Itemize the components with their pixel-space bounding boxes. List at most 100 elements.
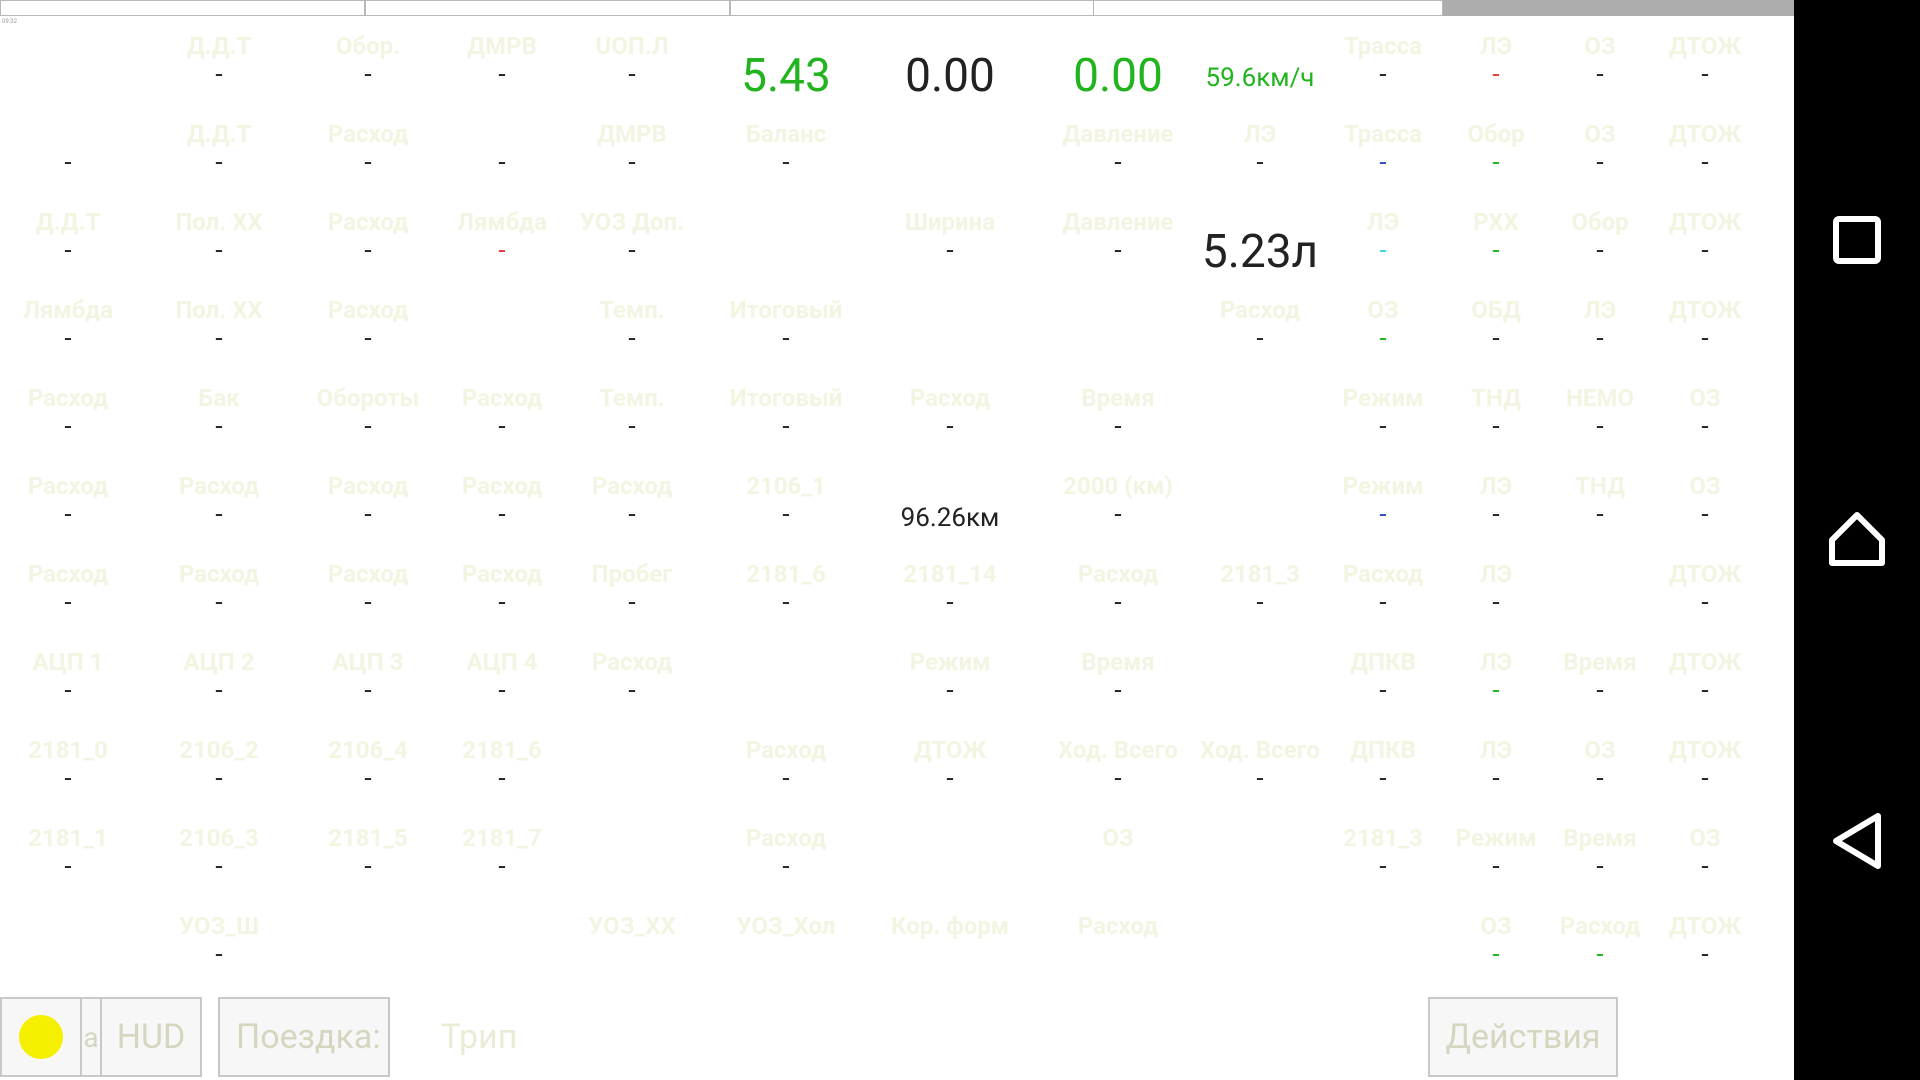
- gauge-cell[interactable]: Режим -: [880, 638, 1020, 726]
- gauge-cell[interactable]: ДТОЖ -: [1635, 902, 1775, 990]
- gauge-cell[interactable]: 2181_7-: [432, 814, 572, 902]
- gauge-cell[interactable]: Давление -: [1048, 198, 1188, 286]
- gauge-cell[interactable]: Ход. Всего -: [1048, 726, 1188, 814]
- gauge-cell[interactable]: ОЗ -: [1635, 374, 1775, 462]
- gauge-cell[interactable]: ДТОЖ -: [880, 726, 1020, 814]
- gauge-cell[interactable]: [562, 814, 702, 902]
- gauge-cell[interactable]: Расход -: [716, 814, 856, 902]
- gauge-cell[interactable]: [880, 110, 1020, 198]
- home-icon[interactable]: [1824, 505, 1890, 571]
- gauge-cell[interactable]: [1190, 902, 1330, 990]
- gauge-cell[interactable]: Расход -: [298, 286, 438, 374]
- gauge-cell[interactable]: ДМРВ -: [562, 110, 702, 198]
- gauge-cell[interactable]: Время -: [1048, 374, 1188, 462]
- gauge-cell[interactable]: ДТОЖ -: [1635, 110, 1775, 198]
- gauge-cell[interactable]: Расход -: [880, 374, 1020, 462]
- gauge-cell[interactable]: 5.43: [701, 22, 871, 110]
- gauge-cell[interactable]: Д.Д.Т -: [0, 198, 138, 286]
- gauge-cell[interactable]: УОЗ_Хол: [716, 902, 856, 990]
- gauge-cell[interactable]: УОЗ_Ш -: [149, 902, 289, 990]
- gauge-cell[interactable]: Ход. Всего -: [1190, 726, 1330, 814]
- gauge-cell[interactable]: Расход -: [0, 462, 138, 550]
- gauge-cell[interactable]: [1190, 462, 1330, 550]
- gauge-cell[interactable]: -: [432, 110, 572, 198]
- gauge-cell[interactable]: ДТОЖ -: [1635, 638, 1775, 726]
- gauge-cell[interactable]: Расход -: [562, 462, 702, 550]
- gauge-cell[interactable]: Расход -: [149, 550, 289, 638]
- tab-1[interactable]: [0, 0, 365, 16]
- gauge-cell[interactable]: АЦП 1-: [0, 638, 138, 726]
- gauge-cell[interactable]: [716, 638, 856, 726]
- gauge-cell[interactable]: Лямбда -: [0, 286, 138, 374]
- gauge-cell[interactable]: Пол. ХХ -: [149, 286, 289, 374]
- gauge-cell[interactable]: 2106_1-: [716, 462, 856, 550]
- gauge-cell[interactable]: Время -: [1048, 638, 1188, 726]
- gauge-cell[interactable]: Обороты -: [298, 374, 438, 462]
- gauge-cell[interactable]: 96.26км: [865, 462, 1035, 550]
- gauge-cell[interactable]: Расход -: [432, 374, 572, 462]
- gauge-cell[interactable]: АЦП 2-: [149, 638, 289, 726]
- gauge-cell[interactable]: 2181_14-: [880, 550, 1020, 638]
- gauge-cell[interactable]: Пробег -: [562, 550, 702, 638]
- gauge-cell[interactable]: Обор. -: [298, 22, 438, 110]
- gauge-cell[interactable]: Д.Д.Т -: [149, 110, 289, 198]
- tab-5-active[interactable]: [1443, 0, 1794, 16]
- gauge-cell[interactable]: UОП.Л -: [562, 22, 702, 110]
- gauge-cell[interactable]: ОЗ -: [1635, 462, 1775, 550]
- gauge-cell[interactable]: Кор. форм: [880, 902, 1020, 990]
- gauge-cell[interactable]: [298, 902, 438, 990]
- gauge-cell[interactable]: 2181_6-: [432, 726, 572, 814]
- gauge-cell[interactable]: Расход -: [298, 110, 438, 198]
- gauge-cell[interactable]: Расход -: [0, 374, 138, 462]
- gauge-cell[interactable]: -: [0, 110, 138, 198]
- gauge-cell[interactable]: 2181_3-: [1190, 550, 1330, 638]
- gauge-cell[interactable]: УОЗ Доп. -: [562, 198, 702, 286]
- gauge-cell[interactable]: 2181_1-: [0, 814, 138, 902]
- gauge-cell[interactable]: Расход -: [298, 462, 438, 550]
- gauge-cell[interactable]: 2106_4-: [298, 726, 438, 814]
- indicator-lamp-button[interactable]: [0, 997, 82, 1077]
- gauge-cell[interactable]: 2000 (км) -: [1048, 462, 1188, 550]
- gauge-cell[interactable]: Пол. ХХ -: [149, 198, 289, 286]
- gauge-cell[interactable]: [1190, 374, 1330, 462]
- gauge-cell[interactable]: ДМРВ -: [432, 22, 572, 110]
- gauge-cell[interactable]: ДТОЖ -: [1635, 198, 1775, 286]
- gauge-cell[interactable]: 2106_2-: [149, 726, 289, 814]
- gauge-cell[interactable]: Расход -: [716, 726, 856, 814]
- gauge-cell[interactable]: [880, 286, 1020, 374]
- tab-2[interactable]: [365, 0, 730, 16]
- gauge-cell[interactable]: Давление -: [1048, 110, 1188, 198]
- tab-4[interactable]: [1093, 0, 1443, 16]
- recents-icon[interactable]: [1824, 207, 1890, 273]
- gauge-cell[interactable]: 2181_5-: [298, 814, 438, 902]
- gauge-cell[interactable]: ОЗ -: [1635, 814, 1775, 902]
- gauge-cell[interactable]: [1190, 638, 1330, 726]
- gauge-cell[interactable]: 0.00: [865, 22, 1035, 110]
- gauge-cell[interactable]: [0, 902, 138, 990]
- gauge-cell[interactable]: [716, 198, 856, 286]
- back-icon[interactable]: [1824, 808, 1890, 874]
- gauge-cell[interactable]: Темп. -: [562, 286, 702, 374]
- gauge-cell[interactable]: ЛЭ -: [1190, 110, 1330, 198]
- trip-button[interactable]: Поездка: Трип: [218, 997, 517, 1077]
- gauge-cell[interactable]: Расход -: [432, 550, 572, 638]
- gauge-cell[interactable]: Бак -: [149, 374, 289, 462]
- gauge-cell[interactable]: 2106_3-: [149, 814, 289, 902]
- gauge-cell[interactable]: ОЗ: [1048, 814, 1188, 902]
- gauge-cell[interactable]: Расход -: [149, 462, 289, 550]
- gauge-cell[interactable]: АЦП 3-: [298, 638, 438, 726]
- gauge-cell[interactable]: Расход -: [298, 550, 438, 638]
- gauge-cell[interactable]: 2181_6-: [716, 550, 856, 638]
- gauge-cell[interactable]: 2181_0-: [0, 726, 138, 814]
- gauge-cell[interactable]: Расход -: [562, 638, 702, 726]
- gauge-cell[interactable]: [880, 814, 1020, 902]
- gauge-cell[interactable]: АЦП 4-: [432, 638, 572, 726]
- gauge-cell[interactable]: УОЗ_ХХ: [562, 902, 702, 990]
- gauge-cell[interactable]: Баланс -: [716, 110, 856, 198]
- gauge-cell[interactable]: [432, 286, 572, 374]
- hud-button[interactable]: HUD: [100, 997, 202, 1077]
- tab-3[interactable]: [730, 0, 1094, 16]
- gauge-cell[interactable]: Расход -: [432, 462, 572, 550]
- gauge-cell[interactable]: [562, 726, 702, 814]
- gauge-cell[interactable]: Расход -: [1190, 286, 1330, 374]
